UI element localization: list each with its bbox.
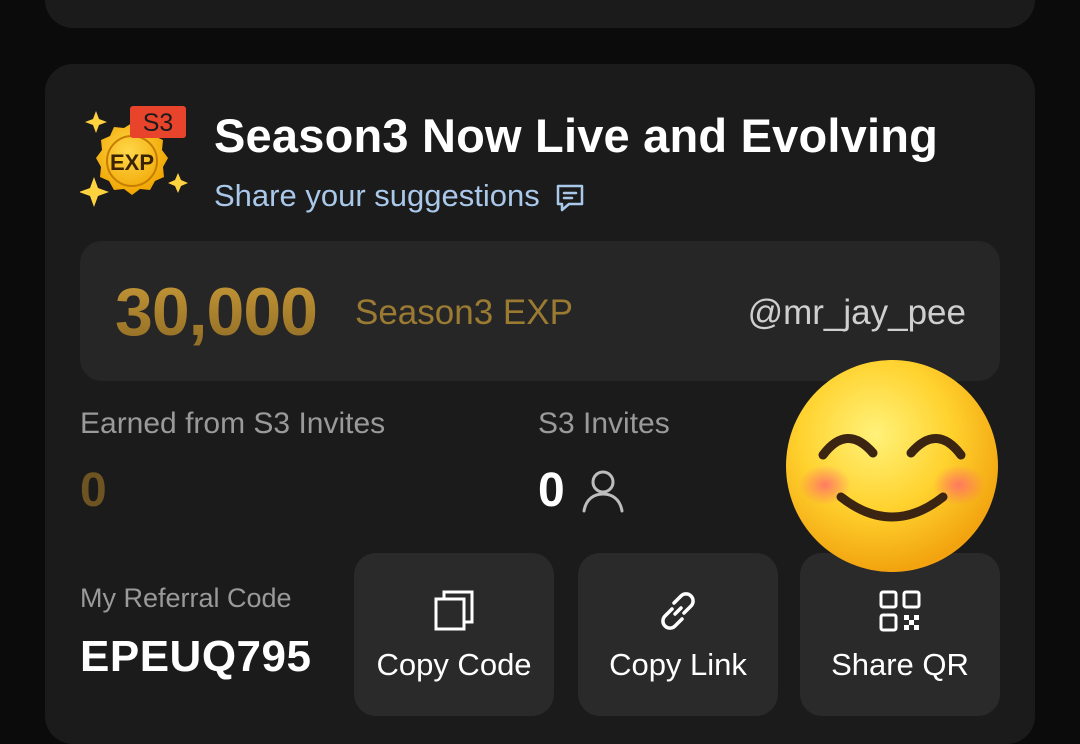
referral-code-label: My Referral Code [80,583,292,613]
badge-exp-text: EXP [110,150,154,175]
referral-code: EPEUQ795 [80,632,312,681]
earned-invites-label: Earned from S3 Invites [80,407,386,440]
qr-code-icon [879,590,921,632]
username: @mr_jay_pee [747,293,966,332]
copy-code-button[interactable]: Copy Code [354,553,554,716]
season-exp-badge-icon: S3 EXP [80,106,188,207]
message-square-icon [556,184,583,212]
share-qr-label: Share QR [831,647,969,682]
user-icon [582,470,624,512]
copy-link-label: Copy Link [609,647,747,682]
copy-link-button[interactable]: Copy Link [578,553,778,716]
invites-label: S3 Invites [538,407,670,440]
badge-season-tag: S3 [143,109,174,137]
exp-label: Season3 EXP [355,293,573,332]
copy-icon [434,590,474,631]
link-icon [661,592,695,630]
smiling-face-emoji-icon [786,360,998,572]
share-suggestions-link[interactable]: Share your suggestions [214,178,586,214]
page-title: Season3 Now Live and Evolving [214,109,939,162]
previous-card [45,0,1035,28]
share-qr-button[interactable]: Share QR [800,553,1000,716]
copy-code-label: Copy Code [376,647,532,682]
invites-count: 0 [538,463,627,518]
invites-value: 0 [538,464,565,517]
share-suggestions-label: Share your suggestions [214,178,540,213]
exp-value: 30,000 [115,274,318,350]
earned-invites-value: 0 [80,464,107,517]
